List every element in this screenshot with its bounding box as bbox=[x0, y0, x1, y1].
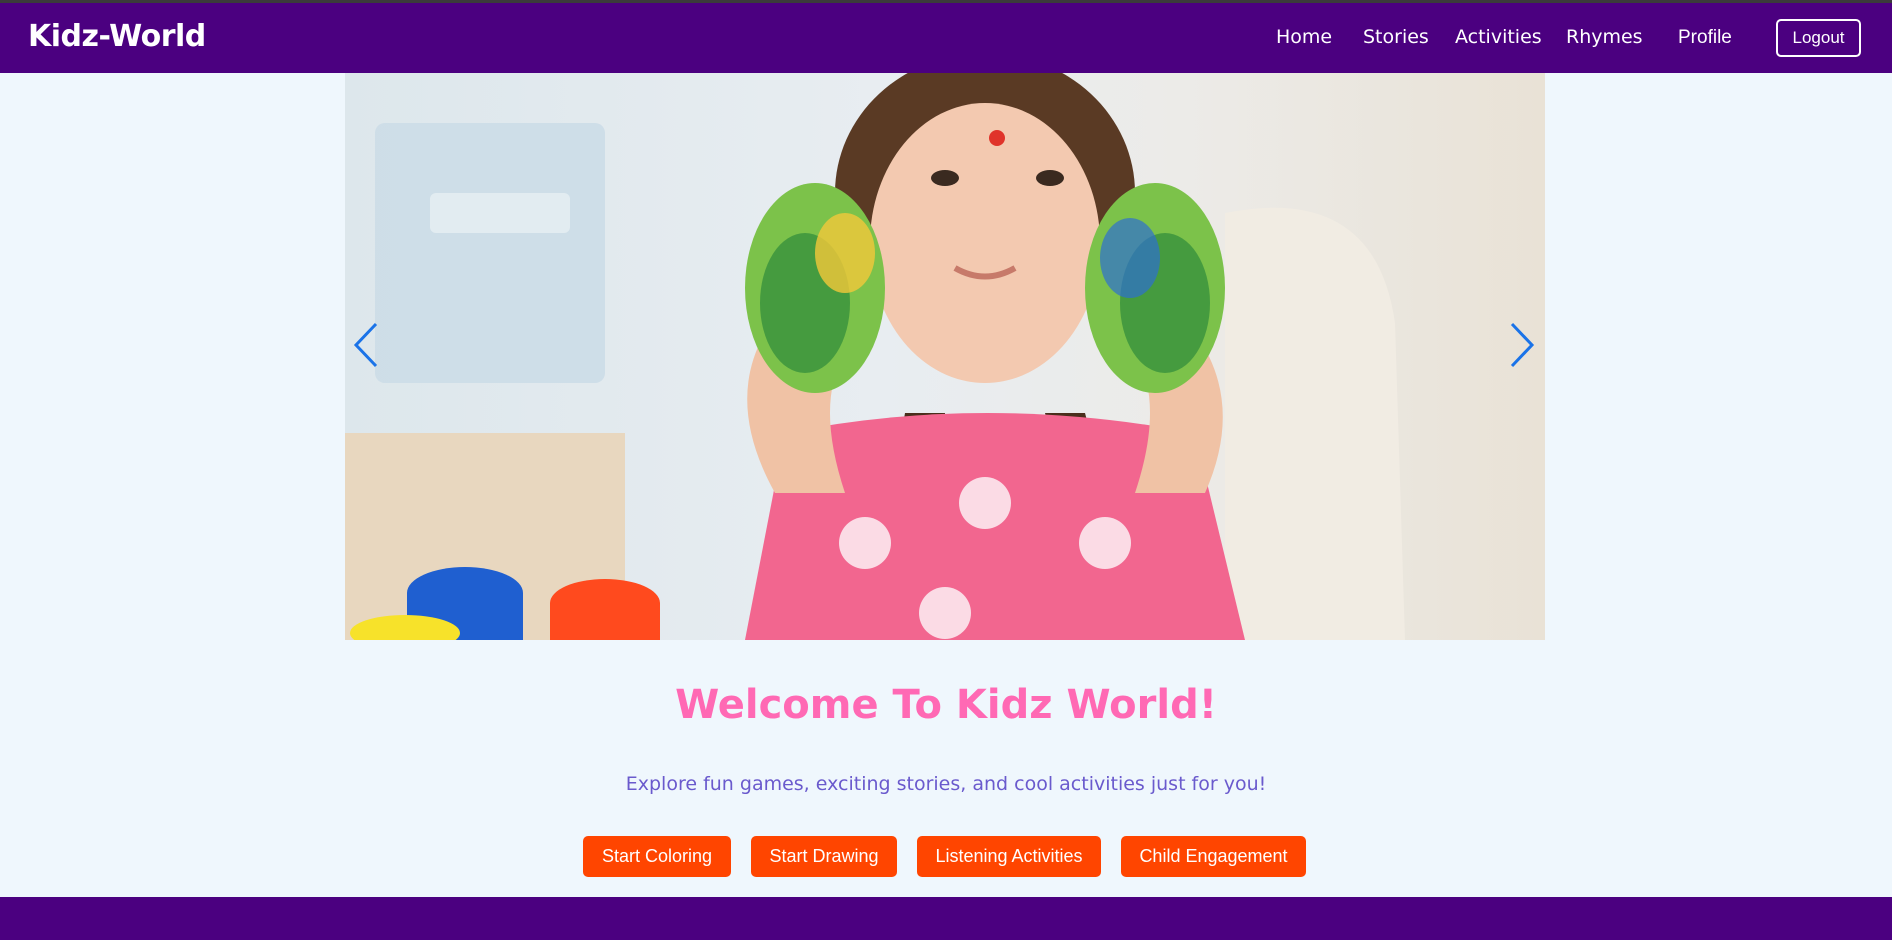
hero-carousel bbox=[345, 73, 1545, 640]
chevron-left-icon bbox=[353, 322, 378, 368]
welcome-title: Welcome To Kidz World! bbox=[675, 682, 1217, 728]
nav-link-home[interactable]: Home bbox=[1276, 26, 1332, 48]
carousel-prev-button[interactable] bbox=[347, 315, 387, 375]
navbar: Kidz-World Home Stories Activities Rhyme… bbox=[0, 3, 1892, 73]
nav-link-rhymes[interactable]: Rhymes bbox=[1566, 26, 1643, 48]
listening-activities-button[interactable]: Listening Activities bbox=[917, 836, 1101, 877]
chevron-right-icon bbox=[1510, 322, 1535, 368]
start-drawing-button[interactable]: Start Drawing bbox=[751, 836, 897, 877]
logout-button[interactable]: Logout bbox=[1776, 19, 1861, 57]
nav-link-stories[interactable]: Stories bbox=[1363, 26, 1429, 48]
carousel-next-button[interactable] bbox=[1501, 315, 1541, 375]
nav-link-profile[interactable]: Profile bbox=[1678, 27, 1732, 49]
carousel-slide-image bbox=[345, 73, 1405, 640]
nav-link-activities[interactable]: Activities bbox=[1455, 26, 1542, 48]
child-engagement-button[interactable]: Child Engagement bbox=[1121, 836, 1306, 877]
brand-logo[interactable]: Kidz-World bbox=[28, 19, 206, 54]
start-coloring-button[interactable]: Start Coloring bbox=[583, 836, 731, 877]
welcome-subtitle: Explore fun games, exciting stories, and… bbox=[625, 773, 1267, 795]
footer bbox=[0, 897, 1892, 940]
